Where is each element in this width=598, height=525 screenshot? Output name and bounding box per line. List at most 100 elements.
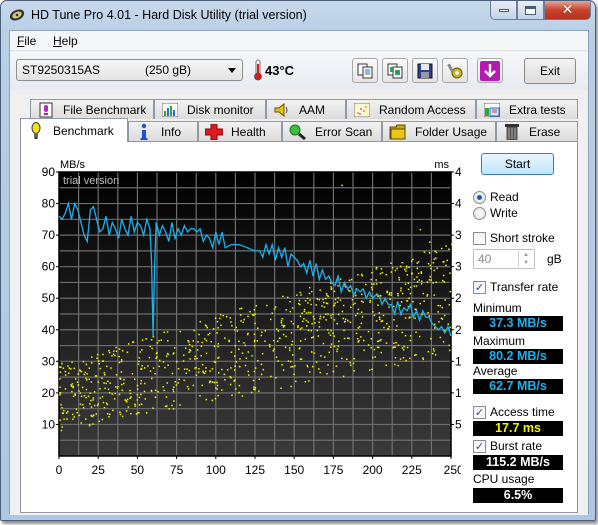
minimize-button[interactable]: [490, 1, 517, 20]
title-bar[interactable]: HD Tune Pro 4.01 - Hard Disk Utility (tr…: [1, 1, 595, 29]
access-time-point: [255, 305, 258, 307]
access-time-point: [113, 398, 116, 400]
access-time-point: [76, 381, 79, 383]
access-time-point: [422, 358, 425, 361]
access-time-point: [93, 404, 96, 407]
short-stroke-checkbox[interactable]: Short stroke: [473, 231, 555, 245]
access-time-point: [308, 292, 311, 295]
access-time-checkbox[interactable]: ✓ Access time: [473, 405, 555, 419]
access-time-point: [67, 365, 69, 367]
access-time-point: [114, 392, 116, 395]
x-tick-label: 75: [170, 463, 184, 477]
transfer-rate-check[interactable]: ✓: [473, 280, 486, 294]
access-time-point: [334, 302, 336, 304]
tab-info[interactable]: Info: [128, 121, 198, 141]
maximize-button[interactable]: [517, 1, 544, 20]
access-time-point: [187, 339, 189, 342]
access-time-point: [395, 341, 397, 344]
access-time-point: [188, 369, 191, 372]
tab-aam[interactable]: AAM: [266, 99, 346, 119]
tab-random-access[interactable]: Random Access: [346, 99, 476, 119]
tab-file-benchmark[interactable]: File Benchmark: [30, 99, 154, 119]
access-time-point: [349, 321, 352, 324]
access-time-point: [66, 418, 68, 420]
tab-disk-monitor[interactable]: Disk monitor: [154, 99, 266, 119]
tab-folder-usage[interactable]: Folder Usage: [382, 121, 496, 141]
menu-file[interactable]: File: [17, 34, 36, 48]
access-time-point: [297, 326, 299, 329]
short-stroke-size-input[interactable]: 40 ▲ ▼: [473, 249, 535, 269]
drive-select[interactable]: ST9250315AS (250 gB): [16, 59, 243, 81]
access-time-point: [107, 380, 109, 383]
access-time-check[interactable]: ✓: [473, 405, 486, 419]
access-time-point: [274, 306, 277, 308]
tab-benchmark[interactable]: Benchmark: [20, 118, 128, 142]
transfer-rate-checkbox[interactable]: ✓ Transfer rate: [473, 280, 558, 294]
access-time-point: [213, 345, 216, 347]
access-time-point: [108, 413, 111, 416]
radio-write-indicator[interactable]: [473, 206, 486, 220]
minimize-icon: [498, 8, 509, 12]
access-time-point: [211, 399, 214, 402]
benchmark-chart: trial version 10 20 30 40 50 60 70 80 90 MB/s 5 10 15…: [21, 142, 479, 512]
tab-error-scan[interactable]: Error Scan: [282, 121, 382, 141]
access-time-point: [370, 286, 373, 289]
save-button[interactable]: [412, 58, 438, 83]
tab-health[interactable]: Health: [198, 121, 282, 141]
access-time-point: [388, 292, 391, 294]
access-time-point: [325, 313, 327, 315]
copy-screenshot-button[interactable]: [382, 58, 408, 83]
access-time-point: [307, 311, 310, 314]
start-button[interactable]: Start: [481, 153, 554, 175]
access-time-point: [292, 323, 295, 325]
burst-rate-check[interactable]: ✓: [473, 439, 486, 453]
access-time-point: [239, 358, 241, 360]
access-time-point: [154, 389, 157, 392]
access-time-point: [286, 296, 289, 299]
access-time-point: [149, 345, 152, 348]
access-time-point: [429, 275, 431, 278]
access-time-point: [102, 360, 104, 362]
access-time-point: [443, 281, 446, 283]
access-time-point: [357, 327, 360, 329]
menu-help[interactable]: Help: [53, 34, 78, 48]
spin-down-icon[interactable]: ▼: [519, 259, 533, 267]
download-button[interactable]: [477, 58, 503, 83]
write-radio[interactable]: Write: [473, 206, 518, 220]
y-tick-label-right: 10: [455, 386, 461, 400]
short-stroke-unit: gB: [547, 252, 562, 266]
access-time-point: [186, 368, 188, 370]
access-time-point: [136, 388, 139, 390]
access-time-point: [282, 369, 285, 371]
burst-rate-checkbox[interactable]: ✓ Burst rate: [473, 439, 542, 453]
access-time-point: [188, 343, 191, 346]
access-time-point: [138, 404, 141, 406]
tab-erase[interactable]: Erase: [496, 121, 578, 141]
access-time-point: [289, 349, 291, 352]
tab-extra-tests[interactable]: Extra tests: [476, 99, 578, 119]
access-time-point: [420, 272, 423, 274]
access-time-point: [319, 371, 322, 374]
spin-up-icon[interactable]: ▲: [519, 251, 533, 259]
access-time-point: [136, 384, 139, 387]
options-button[interactable]: [442, 58, 468, 83]
access-time-point: [410, 286, 412, 289]
read-radio[interactable]: Read: [473, 190, 519, 204]
access-time-point: [318, 298, 321, 301]
access-time-point: [85, 363, 88, 366]
access-time-point: [216, 384, 219, 387]
access-time-point: [260, 334, 263, 337]
maximum-value: 80.2 MB/s: [473, 349, 563, 364]
access-time-point: [77, 384, 80, 386]
spin-arrows[interactable]: ▲ ▼: [518, 251, 533, 267]
access-time-point: [401, 292, 404, 295]
copy-text-button[interactable]: [352, 58, 378, 83]
radio-read-indicator[interactable]: [473, 190, 486, 204]
access-time-point: [282, 333, 285, 336]
access-time-point: [291, 307, 294, 309]
access-time-point: [352, 303, 355, 306]
close-button[interactable]: ✕: [544, 1, 591, 20]
short-stroke-check[interactable]: [473, 231, 486, 245]
exit-button[interactable]: Exit: [524, 58, 576, 84]
access-time-point: [80, 422, 83, 424]
